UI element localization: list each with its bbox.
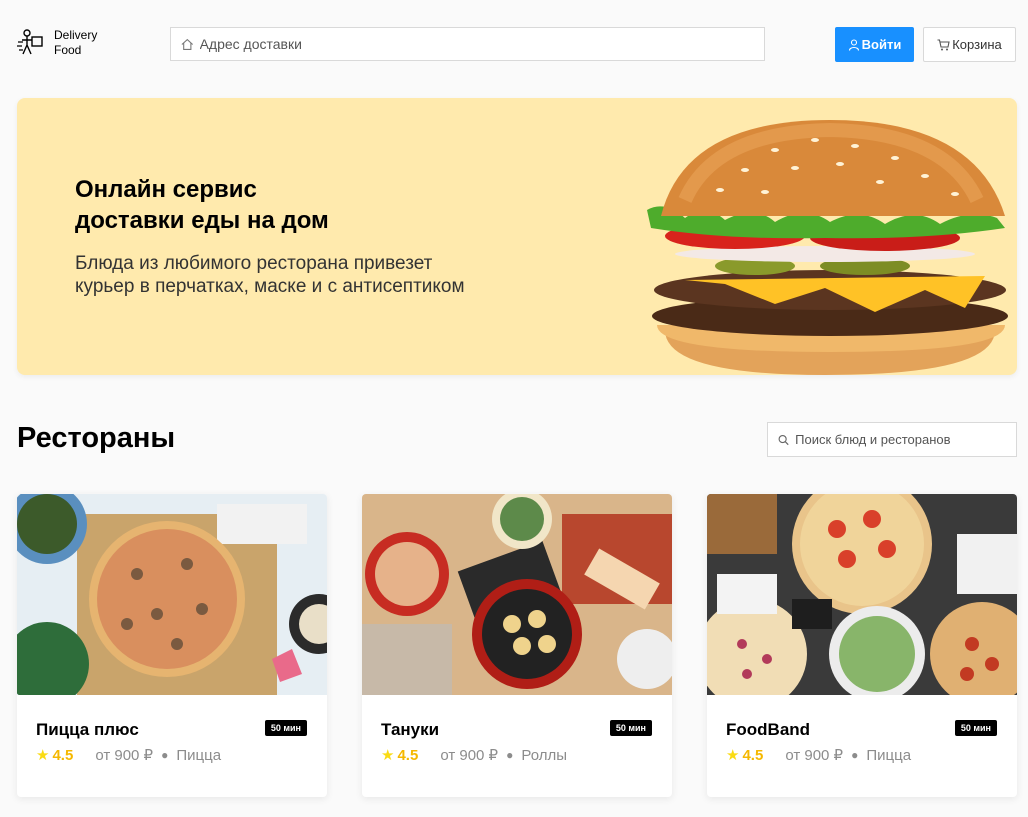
cart-label: Корзина [952, 37, 1002, 52]
address-field[interactable] [170, 27, 765, 61]
pizza-image [17, 494, 327, 695]
separator-dot: ● [851, 748, 859, 762]
logo-line1: Delivery [54, 28, 98, 42]
restaurant-card[interactable]: Тануки 50 мин ★ 4.5 от 900 ₽ ● Роллы [362, 494, 672, 797]
category: Пицца [866, 746, 912, 764]
restaurant-info: ★ 4.5 от 900 ₽ ● Пицца [726, 746, 912, 765]
delivery-person-icon [17, 29, 43, 55]
star-icon: ★ [36, 747, 50, 764]
search-input[interactable] [795, 432, 1016, 447]
logo[interactable]: Delivery Food [16, 28, 97, 58]
restaurant-info: ★ 4.5 от 900 ₽ ● Пицца [36, 746, 222, 765]
restaurant-name: Тануки [381, 720, 440, 739]
promo-banner: Онлайн сервис доставки еды на дом Блюда … [17, 98, 1017, 375]
delivery-time-badge: 50 мин [954, 720, 997, 736]
price: от 900 ₽ [785, 747, 844, 764]
price: от 900 ₽ [95, 747, 154, 764]
section-title: Рестораны [17, 422, 176, 454]
cart-button[interactable]: Корзина [923, 27, 1016, 62]
delivery-time-badge: 50 мин [609, 720, 652, 736]
home-icon [181, 38, 194, 50]
rating: ★ 4.5 [726, 746, 764, 765]
rating: ★ 4.5 [381, 746, 419, 765]
user-icon [848, 38, 859, 51]
separator-dot: ● [161, 748, 169, 762]
restaurant-card[interactable]: Пицца плюс 50 мин ★ 4.5 от 900 ₽ ● Пицца [17, 494, 327, 797]
star-icon: ★ [381, 747, 395, 764]
search-icon [778, 434, 789, 445]
search-field[interactable] [767, 422, 1017, 457]
logo-line2: Food [54, 43, 82, 57]
rating-value: 4.5 [742, 746, 764, 764]
category: Роллы [521, 746, 568, 764]
promo-title: Онлайн сервис доставки еды на дом [75, 176, 329, 234]
category: Пицца [176, 746, 222, 764]
rating: ★ 4.5 [36, 746, 74, 765]
restaurant-card[interactable]: FoodBand 50 мин ★ 4.5 от 900 ₽ ● Пицца [707, 494, 1017, 797]
promo-text: Блюда из любимого ресторана привезет кур… [75, 253, 465, 297]
restaurant-name: FoodBand [726, 720, 811, 739]
burger-image [647, 120, 1008, 375]
restaurant-info: ★ 4.5 от 900 ₽ ● Роллы [381, 746, 568, 765]
logo-text: Delivery Food [54, 28, 97, 58]
separator-dot: ● [506, 748, 514, 762]
restaurant-name: Пицца плюс [36, 720, 139, 739]
rating-value: 4.5 [52, 746, 74, 764]
login-label: Войти [861, 37, 902, 52]
address-input[interactable] [199, 36, 764, 52]
login-button[interactable]: Войти [835, 27, 914, 62]
cart-icon [937, 38, 950, 50]
rolls-image [362, 494, 672, 695]
rating-value: 4.5 [397, 746, 419, 764]
price: от 900 ₽ [440, 747, 499, 764]
delivery-time-badge: 50 мин [264, 720, 307, 736]
foodband-image [707, 494, 1017, 695]
star-icon: ★ [726, 747, 740, 764]
